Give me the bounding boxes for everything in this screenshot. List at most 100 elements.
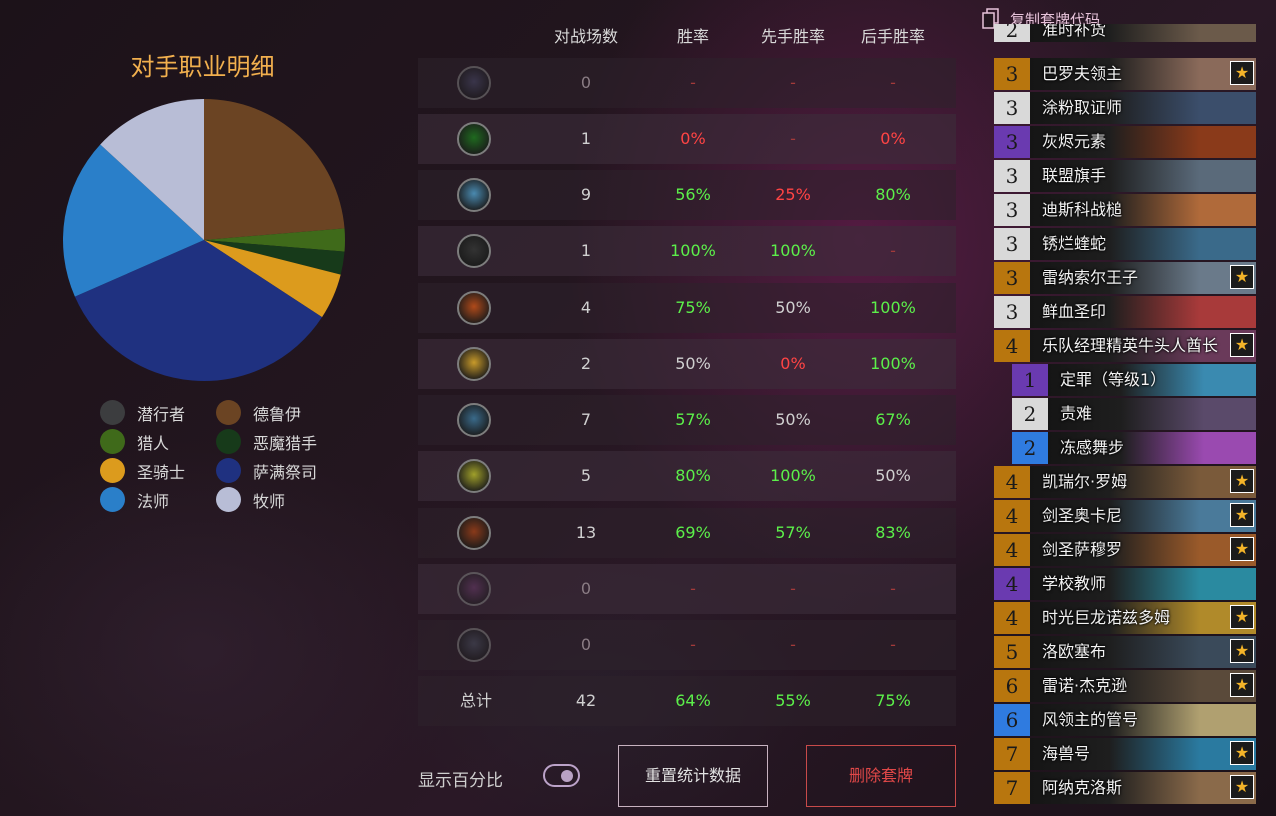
deck-card[interactable]: 3 联盟旗手 [994,160,1256,192]
table-row: 5 80% 100% 50% [418,451,956,501]
deck-card[interactable]: 3 涂粉取证师 [994,92,1256,124]
row-winrate: 56% [675,185,711,204]
table-row: 13 69% 57% 83% [418,508,956,558]
row-games: 13 [575,523,597,542]
deck-card[interactable]: 3 雷纳索尔王子 ★ [994,262,1256,294]
table-row: 0 - - - [418,58,956,108]
card-name: 冻感舞步 [1060,438,1125,457]
legend-swatch [100,429,125,454]
legend-label: 萨满祭司 [253,462,318,482]
opponent-class-pie-chart [63,99,345,381]
deck-card[interactable]: 4 乐队经理精英牛头人酋长 ★ [994,330,1256,362]
card-cost: 4 [994,568,1030,600]
legend-swatch [216,458,241,483]
table-row: 0 - - - [418,620,956,670]
legendary-star-icon: ★ [1230,673,1254,697]
row-games: 4 [580,298,592,317]
card-name: 定罪（等级1） [1060,370,1167,389]
total-winrate: 64% [675,691,711,710]
legend-item: 德鲁伊 [216,400,301,425]
card-name: 锈烂蝰蛇 [1042,234,1107,253]
deck-card[interactable]: 4 剑圣奥卡尼 ★ [994,500,1256,532]
header-games: 对战场数 [553,27,618,46]
legend-label: 恶魔猎手 [253,433,318,453]
deck-card[interactable]: 2 冻感舞步 [1012,432,1256,464]
delete-deck-button[interactable]: 删除套牌 [806,745,956,807]
deck-card[interactable]: 4 时光巨龙诺兹多姆 ★ [994,602,1256,634]
total-row: 总计 42 64% 55% 75% [418,676,956,726]
deck-card[interactable]: 3 迪斯科战槌 [994,194,1256,226]
rogue-dagger-class-icon [457,234,491,268]
deck-card[interactable]: 1 定罪（等级1） [1012,364,1256,396]
row-winrate: 80% [675,466,711,485]
row-games: 5 [580,466,592,485]
row-second-winrate: 83% [875,523,911,542]
card-cost: 2 [1012,398,1048,430]
card-cost: 4 [994,534,1030,566]
card-name: 剑圣萨穆罗 [1042,540,1123,559]
table-row: 1 0% - 0% [418,114,956,164]
row-second-winrate: 80% [875,185,911,204]
header-second-winrate: 后手胜率 [860,27,925,46]
deck-card[interactable]: 7 海兽号 ★ [994,738,1256,770]
deck-card[interactable]: 6 雷诺·杰克逊 ★ [994,670,1256,702]
legend-label: 德鲁伊 [253,404,302,424]
row-first-winrate: 100% [770,466,816,485]
card-name: 迪斯科战槌 [1042,200,1123,219]
deck-card[interactable]: 7 阿纳克洛斯 ★ [994,772,1256,804]
legendary-star-icon: ★ [1230,741,1254,765]
deck-card[interactable]: 3 巴罗夫领主 ★ [994,58,1256,90]
row-winrate: 75% [675,298,711,317]
priest-class-icon [457,459,491,493]
row-first-winrate: - [790,635,796,654]
card-cost: 1 [1012,364,1048,396]
card-cost: 7 [994,738,1030,770]
legend-label: 猎人 [137,433,170,453]
deck-card[interactable]: 3 鲜血圣印 [994,296,1256,328]
row-first-winrate: 25% [775,185,811,204]
demon-hunter-class-icon [457,122,491,156]
show-percentage-toggle[interactable] [543,764,580,787]
legend-item: 法师 [100,487,169,512]
row-first-winrate: - [790,579,796,598]
row-games: 2 [580,354,592,373]
card-cost: 2 [1012,432,1048,464]
card-cost: 7 [994,772,1030,804]
legendary-star-icon: ★ [1230,265,1254,289]
legend-swatch [216,429,241,454]
legend-item: 萨满祭司 [216,458,317,483]
deck-card[interactable]: 4 学校教师 [994,568,1256,600]
row-second-winrate: - [890,73,896,92]
legend-swatch [216,487,241,512]
card-cost: 3 [994,296,1030,328]
row-class-cell [418,114,530,164]
deck-card[interactable]: 3 锈烂蝰蛇 [994,228,1256,260]
deck-card[interactable]: 5 洛欧塞布 ★ [994,636,1256,668]
card-name: 雷诺·杰克逊 [1042,676,1128,695]
deck-card[interactable]: 4 凯瑞尔·罗姆 ★ [994,466,1256,498]
deck-card[interactable]: 2 责难 [1012,398,1256,430]
warrior-class-icon [457,291,491,325]
card-cost: 4 [994,602,1030,634]
reset-stats-button[interactable]: 重置统计数据 [618,745,768,807]
card-cost: 3 [994,92,1030,124]
row-second-winrate: 100% [870,298,916,317]
deck-card[interactable]: 4 剑圣萨穆罗 ★ [994,534,1256,566]
deck-card[interactable]: 3 灰烬元素 [994,126,1256,158]
table-row: 4 75% 50% 100% [418,283,956,333]
row-class-cell [418,58,530,108]
card-cost: 6 [994,670,1030,702]
card-name: 雷纳索尔王子 [1042,268,1139,287]
card-cost: 3 [994,228,1030,260]
card-name: 学校教师 [1042,574,1107,593]
row-games: 0 [580,635,592,654]
row-winrate: - [690,579,696,598]
row-winrate: 57% [675,410,711,429]
total-second-winrate: 75% [875,691,911,710]
header-first-winrate: 先手胜率 [760,27,825,46]
total-first-winrate: 55% [775,691,811,710]
row-second-winrate: - [890,635,896,654]
row-first-winrate: 50% [775,410,811,429]
deck-card[interactable]: 6 风领主的管号 [994,704,1256,736]
deck-card[interactable]: 2 准时补货 [994,24,1256,42]
